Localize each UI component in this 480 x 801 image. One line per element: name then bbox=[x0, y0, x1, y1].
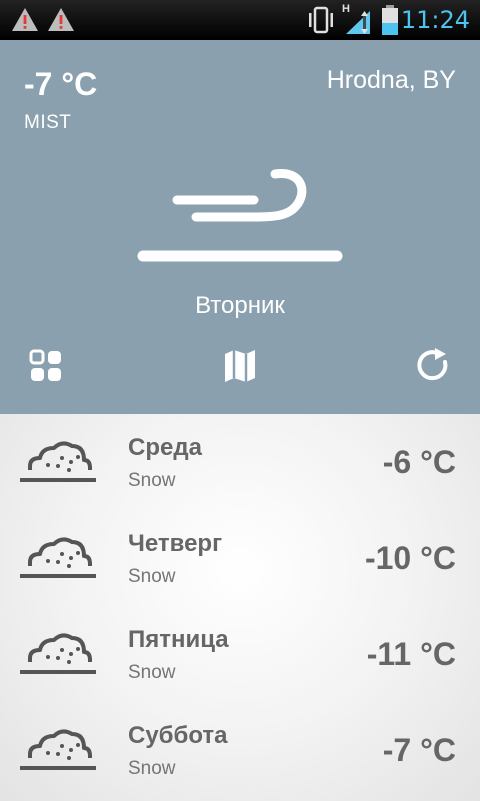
current-temperature: -7 °C bbox=[24, 66, 98, 102]
snow-cloud-icon bbox=[20, 729, 96, 770]
city-name: Hrodna, BY bbox=[326, 66, 456, 94]
forecast-list: Среда Snow -6 °C Четверг Snow -10 °C Пят… bbox=[0, 414, 480, 801]
forecast-temperature: -10 °C bbox=[364, 540, 456, 576]
forecast-day: Пятница bbox=[128, 626, 229, 653]
map-icon[interactable] bbox=[222, 348, 258, 384]
current-description: MIST bbox=[24, 112, 72, 133]
forecast-row[interactable]: Среда Snow -6 °C bbox=[0, 414, 480, 510]
warning-icon bbox=[12, 8, 38, 31]
clock: 11:24 bbox=[400, 6, 470, 34]
forecast-condition: Snow bbox=[128, 566, 176, 587]
forecast-day: Четверг bbox=[128, 530, 223, 557]
forecast-condition: Snow bbox=[128, 470, 176, 491]
forecast-temperature: -6 °C bbox=[382, 444, 456, 480]
refresh-icon[interactable] bbox=[416, 348, 452, 384]
warning-icon bbox=[48, 8, 74, 31]
forecast-condition: Snow bbox=[128, 662, 176, 683]
forecast-temperature: -7 °C bbox=[382, 732, 456, 768]
current-weather-panel: -7 °C MIST Hrodna, BY Вторник bbox=[0, 40, 480, 414]
battery-icon bbox=[382, 5, 398, 35]
forecast-row[interactable]: Пятница Snow -11 °C bbox=[0, 606, 480, 702]
snow-cloud-icon bbox=[20, 537, 96, 578]
forecast-temperature: -11 °C bbox=[366, 636, 456, 672]
snow-cloud-icon bbox=[20, 441, 96, 482]
current-day: Вторник bbox=[195, 292, 285, 319]
forecast-day: Среда bbox=[128, 434, 202, 461]
forecast-row[interactable]: Четверг Snow -10 °C bbox=[0, 510, 480, 606]
status-bar: H 11:24 bbox=[0, 0, 480, 40]
forecast-row[interactable]: Суббота Snow -7 °C bbox=[0, 702, 480, 798]
forecast-day: Суббота bbox=[128, 722, 228, 749]
snow-cloud-icon bbox=[20, 633, 96, 674]
vibrate-icon bbox=[309, 6, 333, 34]
signal-icon bbox=[346, 11, 370, 34]
forecast-condition: Snow bbox=[128, 758, 176, 779]
grid-icon[interactable] bbox=[28, 348, 64, 384]
wind-icon bbox=[137, 169, 343, 262]
